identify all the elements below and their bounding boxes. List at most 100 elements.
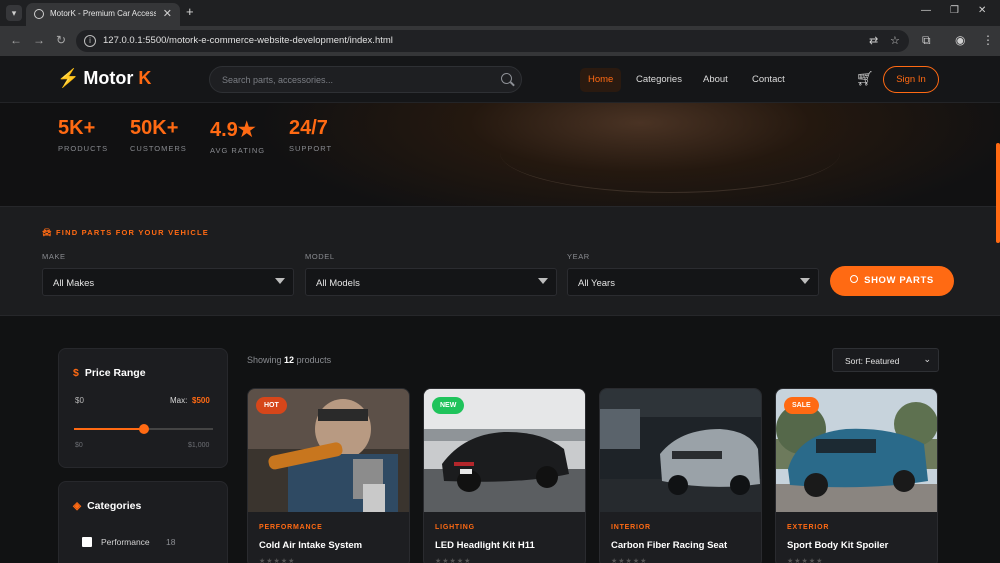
profile-icon[interactable]: ◉ bbox=[955, 33, 965, 47]
price-slider[interactable] bbox=[74, 424, 213, 434]
stat-value: 24/7 bbox=[289, 117, 328, 139]
bookmark-star-icon[interactable]: ☆ bbox=[890, 34, 900, 47]
product-card[interactable]: HOT PERFORMANCE Cold Air Intake System ★… bbox=[247, 388, 410, 563]
price-slider-thumb[interactable] bbox=[138, 424, 149, 434]
year-value: All Years bbox=[578, 278, 615, 289]
make-select[interactable]: All Makes bbox=[42, 268, 294, 296]
sort-value: Sort: Featured bbox=[845, 356, 900, 366]
maximize-button[interactable]: ❐ bbox=[950, 5, 959, 16]
product-badge: SALE bbox=[784, 397, 819, 414]
vehicle-finder: 🚘︎ FIND PARTS FOR YOUR VEHICLE MAKE All … bbox=[0, 206, 1000, 316]
product-category: INTERIOR bbox=[611, 524, 651, 531]
search-placeholder: Search parts, accessories... bbox=[222, 75, 334, 85]
nav-categories[interactable]: Categories bbox=[636, 68, 682, 92]
hero-image bbox=[500, 113, 840, 193]
search-icon bbox=[850, 275, 859, 283]
results-number: 12 bbox=[284, 355, 295, 365]
categories-card: ◈ Categories Performance 18 bbox=[58, 481, 228, 563]
year-label: YEAR bbox=[567, 252, 590, 261]
new-tab-button[interactable]: + bbox=[186, 4, 194, 19]
globe-icon bbox=[34, 9, 44, 19]
category-checkbox[interactable] bbox=[82, 537, 92, 547]
product-card[interactable]: NEW LIGHTING LED Headlight Kit H11 ★★★★★ bbox=[423, 388, 586, 563]
categories-title-text: Categories bbox=[87, 500, 142, 512]
close-tab-icon[interactable]: ✕ bbox=[163, 7, 172, 20]
price-range-title: $ Price Range bbox=[73, 367, 146, 379]
category-count: 18 bbox=[166, 537, 176, 547]
address-bar[interactable]: i 127.0.0.1:5500/motork-e-commerce-websi… bbox=[76, 30, 909, 52]
stat-label: AVG RATING bbox=[210, 146, 266, 155]
category-label[interactable]: Performance bbox=[101, 537, 150, 547]
model-select[interactable]: All Models bbox=[305, 268, 557, 296]
stat-customers: 50K+ CUSTOMERS bbox=[130, 117, 187, 153]
sort-select[interactable]: Sort: Featured ⌄ bbox=[832, 348, 939, 372]
stat-value: 5K+ bbox=[58, 117, 96, 139]
search-input[interactable]: Search parts, accessories... bbox=[209, 66, 522, 93]
product-rating: ★★★★★ bbox=[787, 558, 824, 563]
search-icon[interactable] bbox=[501, 73, 512, 84]
car-icon: 🚘︎ bbox=[42, 228, 57, 237]
site-info-icon[interactable]: i bbox=[84, 35, 96, 47]
back-button[interactable]: ← bbox=[10, 33, 22, 47]
nav-contact[interactable]: Contact bbox=[752, 68, 785, 92]
dropdown-arrow-icon bbox=[538, 278, 548, 284]
stat-label: SUPPORT bbox=[289, 144, 333, 153]
forward-button[interactable]: → bbox=[33, 33, 45, 47]
product-rating: ★★★★★ bbox=[259, 558, 296, 563]
stat-value: 50K+ bbox=[130, 117, 179, 139]
price-slider-fill bbox=[74, 428, 144, 430]
show-parts-button[interactable]: SHOW PARTS bbox=[830, 266, 954, 296]
sign-in-button[interactable]: Sign In bbox=[883, 66, 939, 93]
tab-search-button[interactable]: ▾ bbox=[6, 5, 22, 21]
make-value: All Makes bbox=[53, 278, 95, 289]
reload-button[interactable]: ↻ bbox=[56, 33, 66, 47]
close-window-button[interactable]: ✕ bbox=[978, 5, 986, 16]
translate-icon[interactable]: ⇄ bbox=[869, 34, 878, 47]
dollar-icon: $ bbox=[73, 367, 79, 379]
stat-label: PRODUCTS bbox=[58, 144, 109, 153]
product-category: LIGHTING bbox=[435, 524, 475, 531]
price-max-value: $500 bbox=[192, 396, 210, 405]
product-name[interactable]: Sport Body Kit Spoiler bbox=[787, 540, 888, 551]
price-range-title-text: Price Range bbox=[84, 367, 146, 379]
logo-text: Motor bbox=[83, 68, 139, 88]
results-prefix: Showing bbox=[247, 355, 282, 365]
product-card[interactable]: SALE EXTERIOR Sport Body Kit Spoiler ★★★… bbox=[775, 388, 938, 563]
product-category: PERFORMANCE bbox=[259, 524, 323, 531]
cart-icon[interactable]: 🛒︎ bbox=[856, 70, 874, 87]
product-image bbox=[600, 389, 761, 512]
extensions-icon[interactable]: ⧉ bbox=[922, 33, 931, 48]
show-parts-label: SHOW PARTS bbox=[864, 275, 934, 286]
nav-home[interactable]: Home bbox=[580, 68, 622, 92]
product-rating: ★★★★★ bbox=[435, 558, 472, 563]
browser-tabbar: ▾ MotorK - Premium Car Accessories ✕ + —… bbox=[0, 0, 1000, 26]
page-scrollbar[interactable] bbox=[996, 143, 1000, 243]
finder-title: 🚘︎ FIND PARTS FOR YOUR VEHICLE bbox=[42, 228, 209, 237]
price-max-prefix: Max: bbox=[170, 396, 188, 405]
model-label: MODEL bbox=[305, 252, 335, 261]
make-label: MAKE bbox=[42, 252, 66, 261]
year-select[interactable]: All Years bbox=[567, 268, 819, 296]
stat-label: CUSTOMERS bbox=[130, 144, 187, 153]
product-card[interactable]: INTERIOR Carbon Fiber Racing Seat ★★★★★ bbox=[599, 388, 762, 563]
price-min: $0 bbox=[75, 396, 84, 405]
product-category: EXTERIOR bbox=[787, 524, 830, 531]
menu-icon[interactable]: ⋮ bbox=[982, 33, 994, 47]
product-name[interactable]: Cold Air Intake System bbox=[259, 540, 362, 551]
dropdown-arrow-icon bbox=[275, 278, 285, 284]
price-range-card: $ Price Range $0 Max: $500 $0 $1,000 bbox=[58, 348, 228, 468]
url-text[interactable]: 127.0.0.1:5500/motork-e-commerce-website… bbox=[103, 35, 393, 46]
product-name[interactable]: Carbon Fiber Racing Seat bbox=[611, 540, 727, 551]
dropdown-arrow-icon bbox=[800, 278, 810, 284]
stat-rating: 4.9★ AVG RATING bbox=[210, 117, 265, 155]
minimize-button[interactable]: — bbox=[921, 5, 931, 16]
layers-icon: ◈ bbox=[73, 500, 82, 512]
price-scale-max: $1,000 bbox=[188, 442, 210, 449]
logo[interactable]: ⚡ Motor K bbox=[57, 68, 151, 89]
nav-about[interactable]: About bbox=[703, 68, 728, 92]
categories-title: ◈ Categories bbox=[73, 500, 141, 512]
browser-tab[interactable]: MotorK - Premium Car Accessories ✕ bbox=[26, 3, 180, 26]
product-badge: NEW bbox=[432, 397, 465, 414]
product-name[interactable]: LED Headlight Kit H11 bbox=[435, 540, 535, 551]
product-rating: ★★★★★ bbox=[611, 558, 648, 563]
